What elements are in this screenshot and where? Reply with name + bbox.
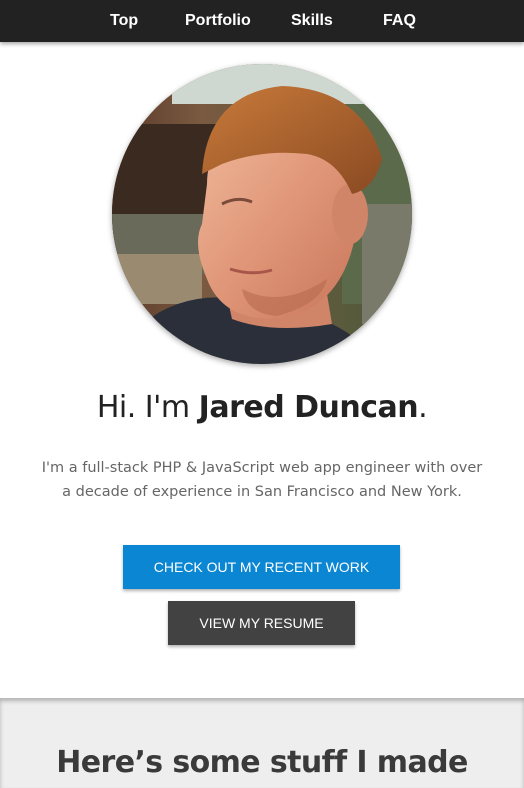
nav-link-portfolio[interactable]: Portfolio [185, 0, 251, 42]
profile-photo-icon [112, 64, 412, 364]
nav-link-skills[interactable]: Skills [291, 0, 333, 42]
headline-greeting: Hi. I'm [96, 390, 199, 425]
view-resume-button[interactable]: VIEW MY RESUME [168, 601, 355, 645]
avatar [112, 64, 412, 364]
nav-link-faq[interactable]: FAQ [383, 0, 416, 42]
headline-period: . [418, 390, 428, 425]
section-title: Here’s some stuff I made [56, 745, 468, 780]
portfolio-section: Here’s some stuff I made [0, 698, 524, 788]
top-navbar: Top Portfolio Skills FAQ [0, 0, 524, 42]
headline-name: Jared Duncan [198, 390, 419, 425]
nav-link-top[interactable]: Top [110, 0, 138, 42]
check-out-recent-work-button[interactable]: CHECK OUT MY RECENT WORK [123, 545, 400, 589]
hero-intro: I'm a full-stack PHP & JavaScript web ap… [41, 460, 483, 500]
hero-section: Hi. I'm Jared Duncan. I'm a full-stack P… [0, 42, 524, 698]
hero-headline: Hi. I'm Jared Duncan. [0, 390, 524, 425]
